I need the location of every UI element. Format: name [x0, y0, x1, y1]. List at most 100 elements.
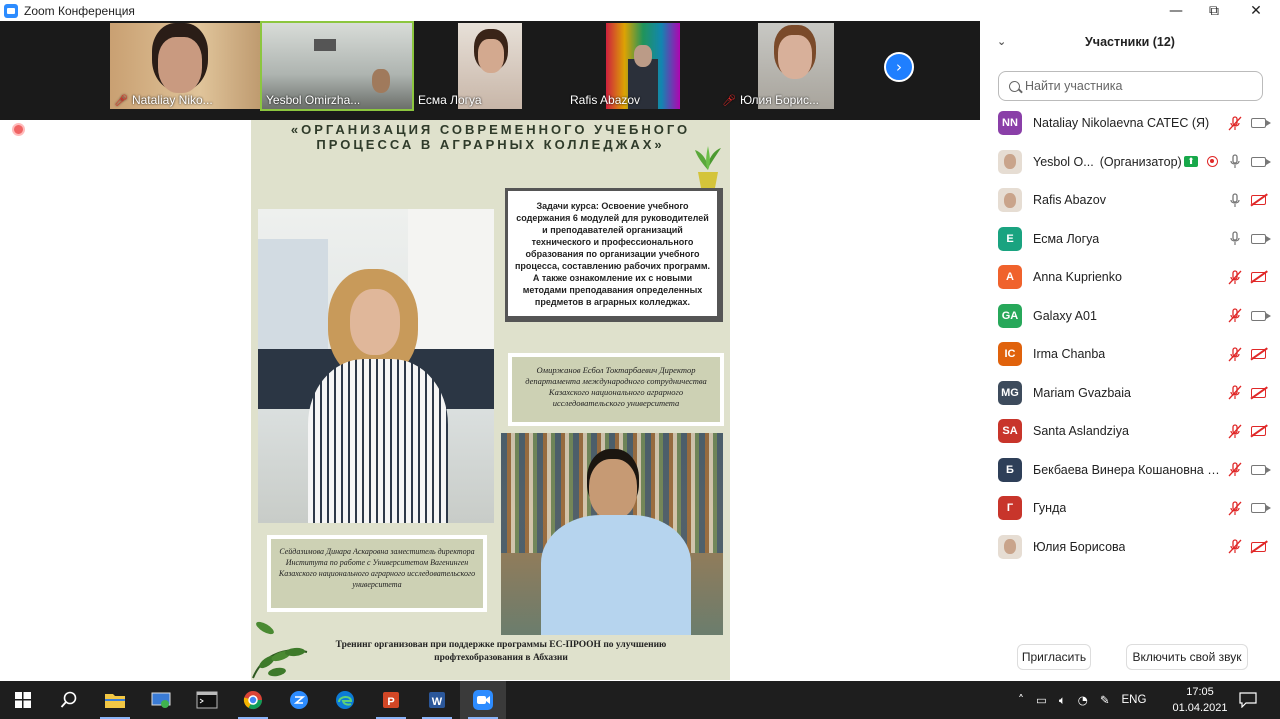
participant-row[interactable]: Yesbol O... (Организатор) ⬆ [980, 143, 1280, 182]
participant-row[interactable]: Rafis Abazov [980, 181, 1280, 220]
participant-status-icons: ⬆ [1184, 154, 1271, 169]
video-camera-icon [1251, 464, 1271, 475]
participant-row[interactable]: MG Mariam Gvazbaia [980, 374, 1280, 413]
avatar: MG [998, 380, 1022, 405]
chevron-down-icon[interactable]: ⌄ [997, 35, 1006, 48]
participant-status-icons [1227, 347, 1266, 362]
tile-name: Rafis Abazov [570, 93, 641, 107]
start-icon[interactable] [0, 681, 46, 719]
recording-icon [1207, 156, 1218, 168]
zoom-icon[interactable] [460, 681, 506, 719]
invite-button[interactable]: Пригласить [1017, 644, 1091, 670]
network-icon[interactable]: ◔ [1078, 693, 1088, 707]
participant-status-icons [1227, 308, 1271, 323]
video-tile-active[interactable]: Yesbol Omirzha... [260, 21, 414, 111]
video-camera-off-icon [1251, 541, 1266, 552]
svg-text:P: P [387, 696, 394, 708]
course-info-box: Задачи курса: Освоение учебного содержан… [505, 188, 723, 322]
participant-row[interactable]: A Anna Kuprienko [980, 258, 1280, 297]
speaker-caption-left: Сейдазимова Динара Аскаровна заместитель… [267, 535, 487, 612]
battery-icon[interactable]: ▭ [1036, 693, 1047, 707]
plant-icon [695, 146, 721, 188]
participant-name-text: Юлия Борисова [1033, 539, 1126, 554]
pen-icon[interactable]: ✎ [1100, 693, 1110, 707]
participant-status-icons [1227, 424, 1266, 439]
notifications-icon[interactable] [1226, 681, 1270, 719]
avatar: IC [998, 342, 1022, 367]
share-screen-icon: ⬆ [1184, 156, 1198, 168]
participant-row[interactable]: Б Бекбаева Винера Кошановна Е... [980, 451, 1280, 490]
video-strip: 🎤︎ Nataliay Niko... Yesbol Omirzha... Есм… [0, 21, 980, 120]
participant-list: NN Nataliay Nikolaevna CATEC (Я) Yesbol O.… [980, 104, 1280, 566]
mic-muted-icon: 🎤︎ [722, 93, 736, 107]
window-title: Zoom Конференция [24, 3, 135, 18]
powerpoint-icon[interactable]: P [368, 681, 414, 719]
tile-name: Есма Логуа [418, 93, 482, 107]
svg-text:W: W [432, 696, 443, 708]
participant-role: (Организатор) [1099, 154, 1182, 169]
participant-name: Mariam Gvazbaia [1033, 386, 1131, 400]
video-tile[interactable]: 🎤︎ Nataliay Niko... [110, 23, 260, 109]
participant-name-text: Есма Логуа [1033, 231, 1100, 246]
word-icon[interactable]: W [414, 681, 460, 719]
participant-row[interactable]: Е Есма Логуа [980, 220, 1280, 259]
participant-name: Irma Chanba [1033, 347, 1105, 361]
chevron-up-icon[interactable]: ˄ [1018, 693, 1024, 707]
recording-indicator-icon [12, 123, 25, 136]
search-icon [1009, 80, 1020, 92]
avatar: GA [998, 303, 1022, 328]
video-camera-icon [1251, 310, 1271, 321]
participant-name-text: Бекбаева Винера Кошановна Е... [1033, 462, 1223, 477]
video-tile[interactable]: Rafis Abazov [566, 23, 716, 109]
slide-title: «ОРГАНИЗАЦИЯ СОВРЕМЕННОГО УЧЕБНОГО ПРОЦЕ… [290, 122, 691, 152]
participant-name: Есма Логуа [1033, 232, 1099, 246]
participant-search-input[interactable]: Найти участника [998, 71, 1263, 101]
close-button[interactable]: ✕ [1234, 0, 1278, 21]
avatar: SA [998, 419, 1022, 444]
search-placeholder: Найти участника [1025, 79, 1123, 93]
restore-button[interactable]: ⧉ [1192, 0, 1236, 21]
participant-status-icons [1227, 231, 1271, 246]
video-tile[interactable]: 🎤︎ Юлия Борис... [718, 23, 868, 109]
microphone-muted-icon [1227, 116, 1242, 131]
microphone-muted-icon [1227, 385, 1242, 400]
chrome-icon[interactable] [230, 681, 276, 719]
participant-name-text: Santa Aslandziya [1033, 424, 1129, 439]
clock[interactable]: 17:05 01.04.2021 [1165, 684, 1235, 716]
participant-status-icons [1227, 539, 1266, 554]
control-panel-icon[interactable] [138, 681, 184, 719]
language-indicator[interactable]: ENG [1121, 694, 1146, 706]
windows-taskbar: P W ˄ ▭ 🔈︎ ◔ ✎ ENG 17:05 01.04.2021 [0, 681, 1280, 719]
search-icon[interactable] [46, 681, 92, 719]
microphone-muted-icon [1227, 539, 1242, 554]
participant-row[interactable]: GA Galaxy A01 [980, 297, 1280, 336]
participant-row[interactable]: IC Irma Chanba [980, 335, 1280, 374]
tile-name: 🎤︎ Nataliay Niko... [114, 93, 213, 107]
participant-name: Rafis Abazov [1033, 193, 1106, 207]
microphone-muted-icon [1227, 424, 1242, 439]
file-explorer-icon[interactable] [92, 681, 138, 719]
title-bar: Zoom Конференция [0, 0, 1280, 21]
participant-row[interactable]: SA Santa Aslandziya [980, 412, 1280, 451]
panel-header: ⌄ Участники (12) [980, 21, 1280, 63]
video-camera-icon [1251, 118, 1271, 129]
terminal-icon[interactable] [184, 681, 230, 719]
video-tile[interactable]: Есма Логуа [414, 23, 564, 109]
next-videos-button[interactable]: › [884, 52, 914, 82]
participant-row[interactable]: Юлия Борисова [980, 528, 1280, 567]
panel-title: Участники (12) [1085, 35, 1175, 49]
chevron-right-icon: › [896, 58, 902, 76]
video-camera-icon [1251, 156, 1271, 167]
shared-screen-slide: «ОРГАНИЗАЦИЯ СОВРЕМЕННОГО УЧЕБНОГО ПРОЦЕ… [251, 120, 730, 680]
microphone-muted-icon [1227, 501, 1242, 516]
volume-icon[interactable]: 🔈︎ [1059, 693, 1066, 708]
tile-name: 🎤︎ Юлия Борис... [722, 93, 820, 107]
zoom-app-icon [4, 3, 18, 18]
zoom-icon-blue[interactable] [276, 681, 322, 719]
participant-row[interactable]: Г Гунда [980, 489, 1280, 528]
unmute-button[interactable]: Включить свой звук [1126, 644, 1248, 670]
edge-icon[interactable] [322, 681, 368, 719]
microphone-muted-icon [1227, 270, 1242, 285]
tv-screen [314, 39, 336, 51]
participant-row[interactable]: NN Nataliay Nikolaevna CATEC (Я) [980, 104, 1280, 143]
